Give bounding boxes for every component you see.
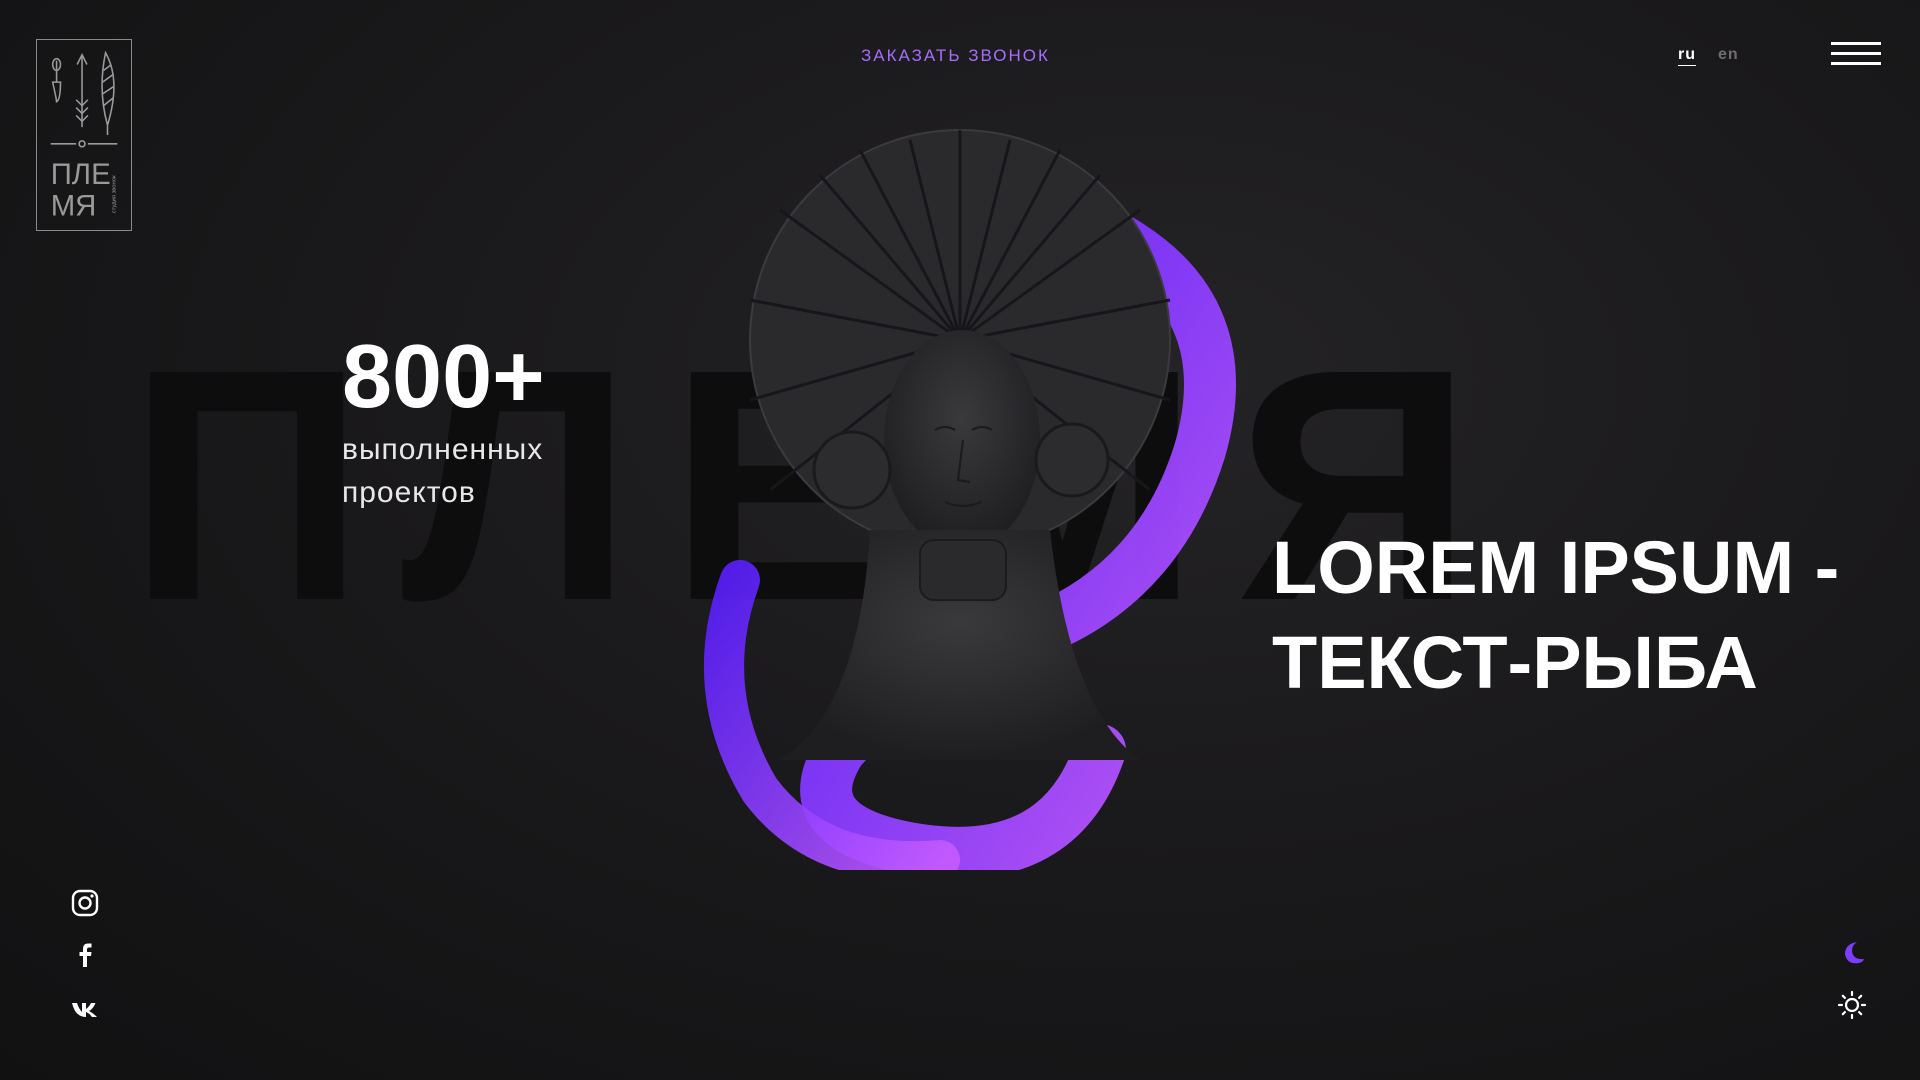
hero-sculpture-image <box>704 129 1236 870</box>
brand-logo[interactable]: ПЛЕ МЯ студия звонок <box>36 39 132 231</box>
lang-en-link[interactable]: en <box>1718 46 1739 64</box>
projects-label: выполненных проектов <box>342 433 544 509</box>
order-call-link[interactable]: ЗАКАЗАТЬ ЗВОНОК <box>861 46 1050 66</box>
lang-ru-link[interactable]: ru <box>1678 46 1696 66</box>
projects-count: 800+ <box>342 327 545 427</box>
svg-text:студия звонок: студия звонок <box>111 175 117 213</box>
moon-icon[interactable] <box>1837 938 1867 968</box>
sun-icon[interactable] <box>1837 990 1867 1020</box>
tribe-logo-icon: ПЛЕ МЯ студия звонок <box>50 50 117 222</box>
facebook-icon[interactable] <box>70 940 100 970</box>
hero-headline: LOREM IPSUM - ТЕКСТ-РЫБА <box>1272 526 1840 704</box>
logo-text-ple: ПЛЕ <box>51 158 111 191</box>
instagram-icon[interactable] <box>70 888 100 918</box>
vk-icon[interactable] <box>70 994 100 1024</box>
logo-text-mya: МЯ <box>51 189 97 222</box>
hamburger-icon[interactable] <box>1831 40 1881 70</box>
